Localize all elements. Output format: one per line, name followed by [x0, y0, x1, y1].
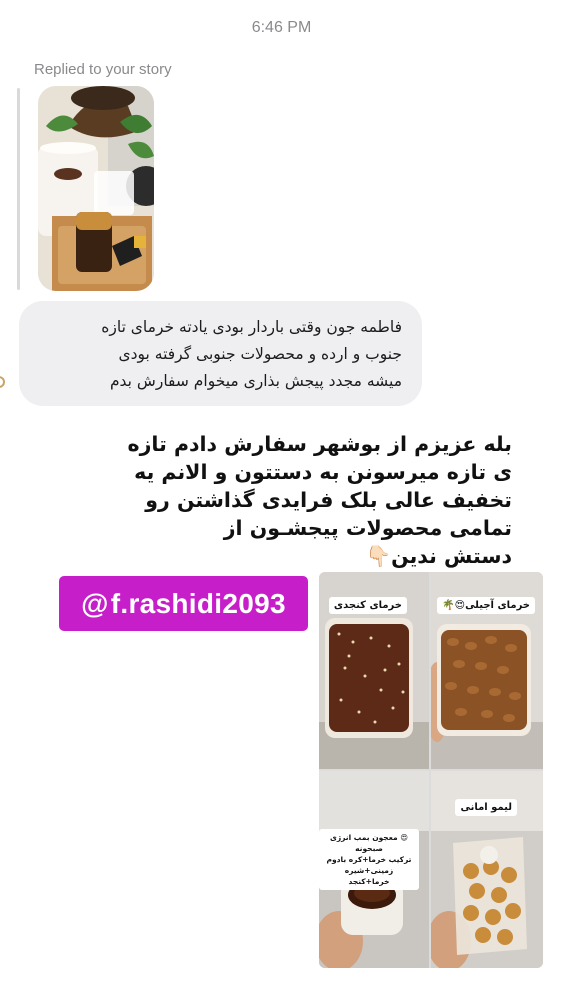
- promo-line: تمامی محصولات پیجشـون از: [223, 516, 512, 540]
- product-label-energy: 😍 معجون بمب انرژی صبحونه ترکیب خرما+کره …: [319, 829, 419, 890]
- product-energy-spread: 😍 معجون بمب انرژی صبحونه ترکیب خرما+کره …: [319, 771, 429, 968]
- product-collage: خرمای کنجدی خرمای آجیلی😍🌴 😍 معجون بمب ان…: [319, 572, 543, 968]
- story-thumbnail[interactable]: [38, 86, 154, 291]
- product-ajili-dates: خرمای آجیلی😍🌴: [431, 572, 543, 769]
- reply-context-label: Replied to your story: [34, 61, 172, 78]
- product-label-lemon: لیمو امانی: [455, 799, 517, 816]
- mention-sticker[interactable]: @ f.rashidi2093: [59, 576, 308, 631]
- status-time: 6:46 PM: [251, 19, 312, 36]
- product-dried-lemon: لیمو امانی: [431, 771, 543, 968]
- product-label-ajili: خرمای آجیلی😍🌴: [437, 597, 535, 614]
- shared-story-promo[interactable]: بله عزیزم از بوشهر سفارش دادم تازه ی تاز…: [0, 408, 563, 998]
- reply-indicator-bar: [17, 88, 20, 290]
- message-line: فاطمه جون وقتی باردار بودی یادته خرمای ت…: [101, 318, 402, 336]
- at-icon: @: [81, 587, 109, 619]
- mention-handle: f.rashidi2093: [110, 587, 286, 619]
- promo-line: بله عزیزم از بوشهر سفارش دادم تازه: [127, 432, 513, 456]
- received-message-bubble: فاطمه جون وقتی باردار بودی یادته خرمای ت…: [19, 301, 422, 406]
- product-sesame-dates: خرمای کنجدی: [319, 572, 429, 769]
- promo-line: تخفیف عالی بلک فرایدی گذاشتن رو: [145, 488, 512, 512]
- message-line: میشه مجدد پیجش بذاری میخوام سفارش بدم: [109, 372, 402, 390]
- product-label-sesame: خرمای کنجدی: [328, 597, 407, 614]
- promo-line: ی تازه میرسونن به دستتون و الانم یه: [134, 460, 512, 484]
- promo-line: دستش ندین👇🏻: [365, 544, 513, 568]
- sender-avatar-edge: [0, 376, 5, 388]
- promo-text: بله عزیزم از بوشهر سفارش دادم تازه ی تاز…: [120, 430, 513, 570]
- message-line: جنوب و ارده و محصولات جنوبی گرفته بودی: [118, 345, 402, 363]
